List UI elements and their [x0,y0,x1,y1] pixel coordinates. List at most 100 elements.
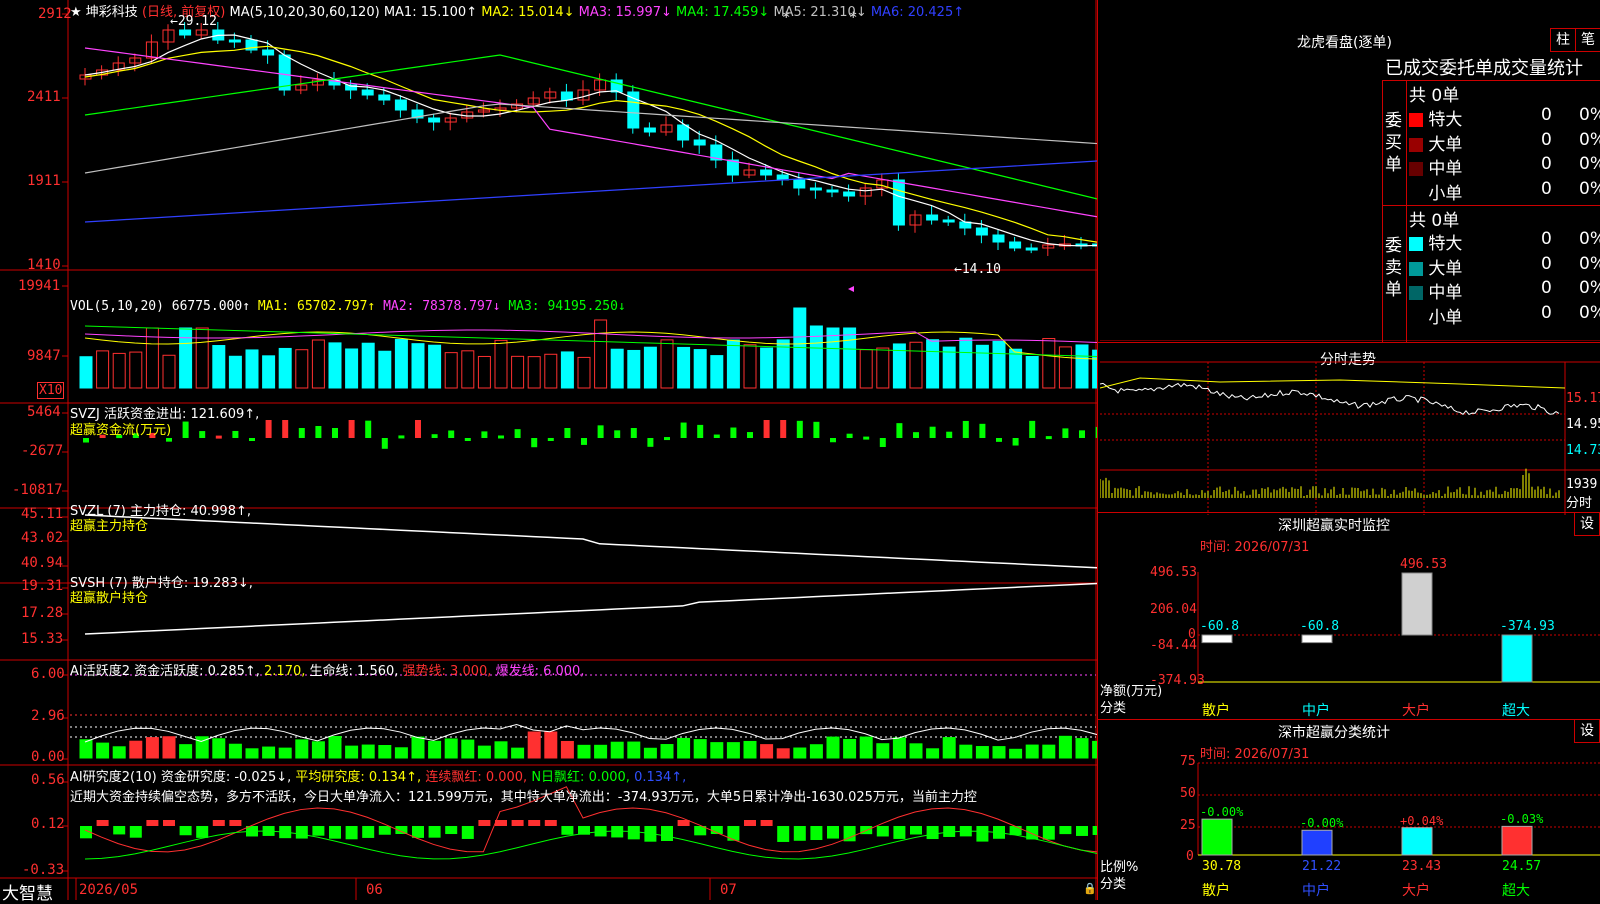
research-bar [910,826,922,835]
activity-bar [594,744,608,759]
classify-axis-0: 0 [1186,849,1194,864]
volume-bar [378,350,392,389]
volume-bar [361,342,375,389]
svzj-axis-top: 5464 [27,404,61,420]
svsh-axis-bottom: 15.33 [21,631,64,647]
ma-value-3: MA3: 94195.250↓ [508,299,626,314]
row-count: 0 [1541,178,1552,199]
ratio-value: 21.22 [1302,859,1342,874]
candle-body [809,187,822,191]
row-label: 小单 [1428,307,1463,328]
ai-active-axis-mid: 2.96 [31,708,65,724]
axis-label-2411: 2411 [27,89,61,105]
research-bar [329,826,341,839]
activity-bar [843,738,857,759]
monitor-title: 深圳超赢实时监控 [1278,518,1390,534]
monitor-settings-button[interactable]: 设 [1574,512,1600,536]
bar-mode-button[interactable]: 柱 [1550,28,1576,52]
activity-bar [793,747,807,759]
sell-row-2: 中单 0 0% [1409,278,1600,303]
color-swatch [1409,261,1423,276]
activity-bar [660,744,674,759]
activity-bar [228,743,242,759]
color-swatch [1409,113,1423,127]
volume-bar [1042,338,1056,389]
research-bar [544,820,557,826]
classify-settings-button[interactable]: 设 [1574,719,1600,743]
fund-flow-bar [863,436,870,440]
net-bar-中户 [1301,634,1333,644]
ratio-bar-超大 [1501,825,1533,856]
row-count: 0 [1541,302,1552,323]
ai-research-v2: 平均研究度: 0.134↑, [295,770,422,785]
research-bar [179,826,192,836]
color-swatch [1409,187,1423,201]
research-bar [163,820,175,826]
intraday-price-high: 15.17 [1566,391,1600,406]
ai-research-v5: 0.134↑, [634,770,687,785]
activity-bar [643,747,657,759]
activity-bar [859,736,873,759]
intraday-chart[interactable] [1100,340,1600,515]
axis-label-1410: 1410 [27,257,61,273]
volume-bar [992,340,1006,389]
activity-bar [693,739,707,759]
research-bar [793,826,806,841]
monitor-axis-2: 206.04 [1150,602,1197,617]
svzl-axis-mid: 43.02 [21,530,64,546]
fund-flow-bar [232,430,239,438]
panel-border [1097,0,1098,900]
net-bar-category: 中户 [1302,703,1330,719]
ratio-category: 中户 [1302,883,1330,899]
candle-body [826,189,839,193]
activity-bar [760,744,774,759]
activity-bar [1025,744,1039,759]
research-bar [196,826,209,838]
fund-flow-bar [647,438,654,447]
volume-bar [826,327,840,389]
ai-active-axis-top: 6.00 [31,666,65,682]
fund-flow-bar [166,438,172,442]
candlestick-chart[interactable]: * * [0,0,1097,900]
activity-bar [345,745,359,759]
fund-flow-bar [547,437,554,441]
lhb-title: 龙虎看盘(逐单) [1297,35,1392,51]
fund-flow-bar [83,438,89,443]
candle-body [992,234,1005,243]
fund-flow-bar [398,435,405,439]
volume-bar [959,337,973,389]
fund-flow-bar [879,438,886,448]
volume-bar [843,327,857,389]
lock-icon[interactable]: 🔒 [1083,882,1097,895]
lhb-header: 已成交委托单成交量统计 [1385,58,1583,79]
fund-flow-bar [614,430,621,438]
fund-flow-bar [1012,438,1019,446]
color-swatch [1409,137,1423,152]
volume-bar [942,346,956,389]
volume-bar [411,343,425,389]
row-count: 0 [1541,278,1552,298]
tick-mode-button[interactable]: 笔 [1575,28,1600,52]
fund-flow-bar [680,422,687,438]
volume-bar [494,339,508,389]
volume-bar [677,346,691,389]
activity-bar [328,735,342,759]
row-count: 0 [1541,129,1552,150]
fund-flow-bar [581,438,587,445]
activity-bar [909,743,923,759]
activity-bar [577,744,591,759]
research-bar [627,826,640,840]
fund-flow-bar [630,428,637,438]
intraday-vol-label: 分时 [1566,496,1593,511]
fund-flow-bar [498,435,504,439]
svzj-axis-bottom: -10817 [12,482,63,498]
volume-bar [195,327,209,389]
research-bar [113,826,126,835]
research-bar [378,826,391,835]
row-percent: 0% [1579,129,1600,150]
activity-bar [162,736,176,759]
svsh-axis-top: 19.31 [21,578,64,594]
sell-total: 共 0单 [1409,211,1460,231]
net-bar-category: 散户 [1202,703,1230,719]
volume-bar [461,350,475,389]
